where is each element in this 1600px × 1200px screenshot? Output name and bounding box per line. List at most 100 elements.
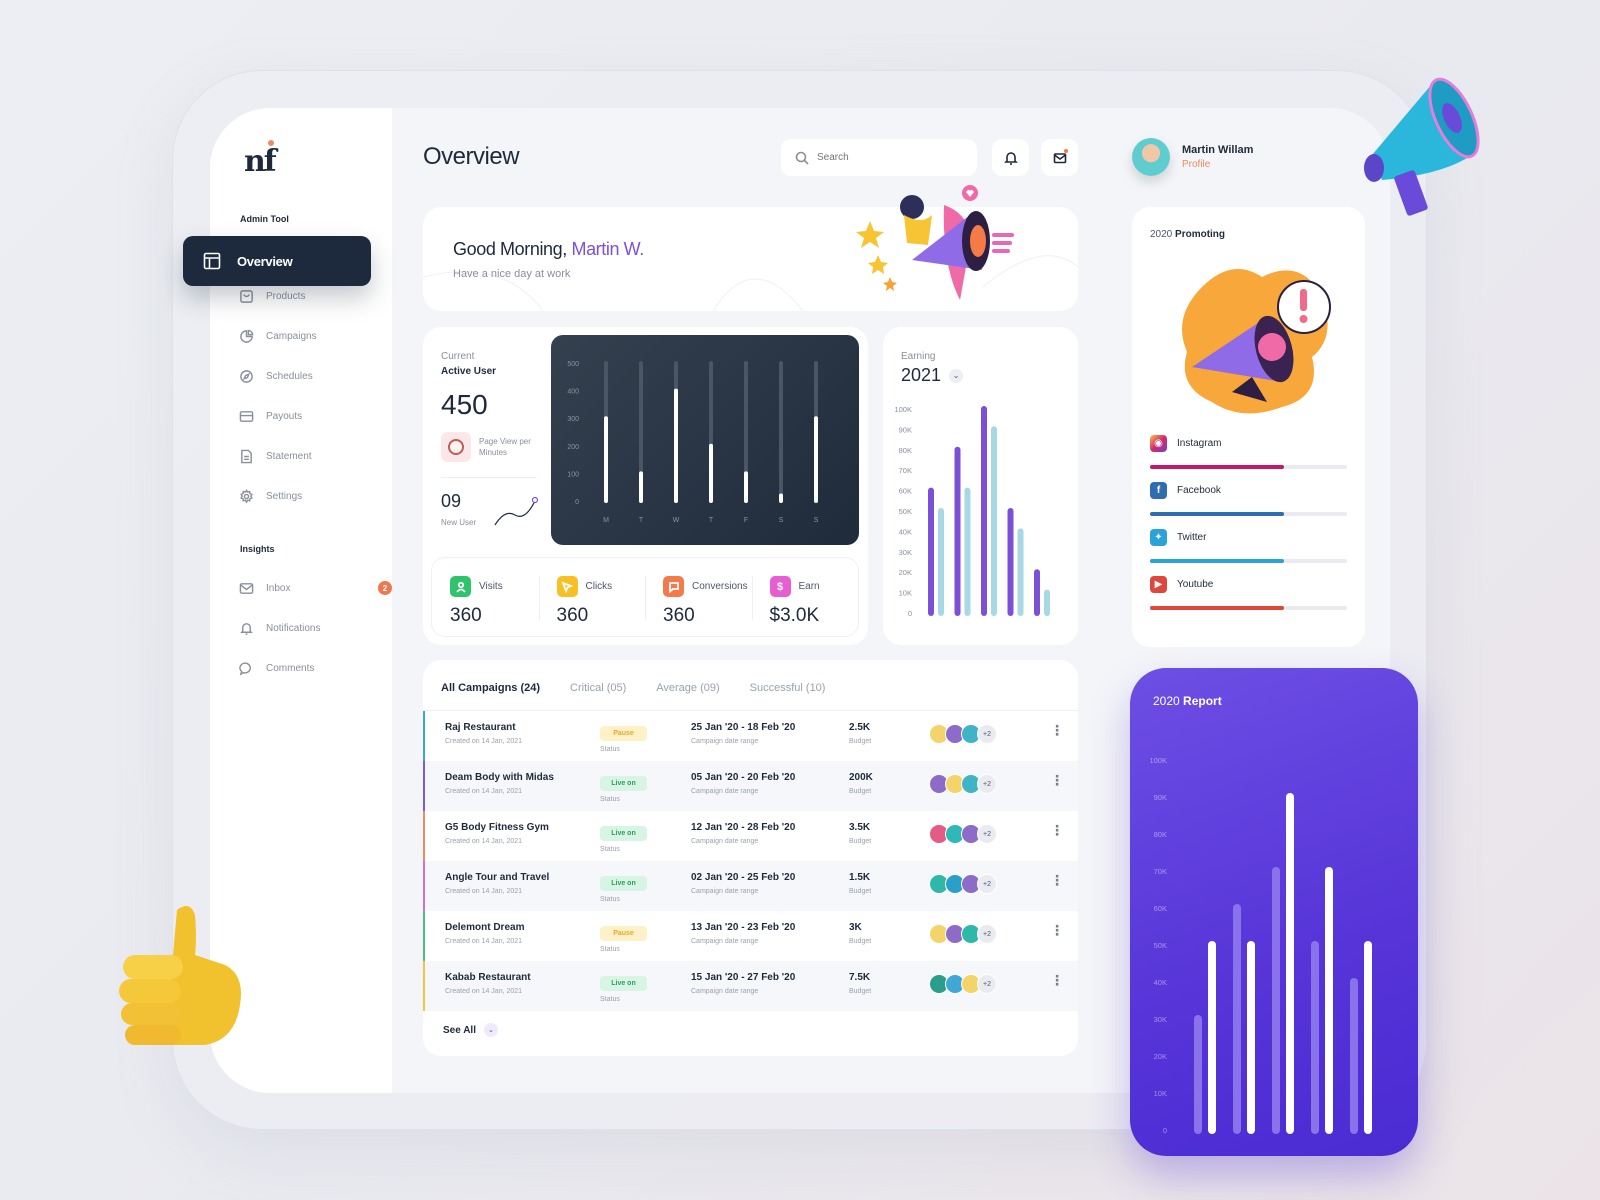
table-row[interactable]: G5 Body Fitness Gym Created on 14 Jan, 2… <box>423 811 1078 861</box>
date-range: 12 Jan '20 - 28 Feb '20 <box>691 822 796 833</box>
y-tick-label: 50K <box>899 507 912 516</box>
status-sub-label: Status <box>600 796 620 803</box>
budget-cell: 2.5K Budget <box>849 722 871 745</box>
budget-value: 7.5K <box>849 972 871 983</box>
report-card: 2020 Report 100K 90K 80K 70K 60K 50K 40K 30K 20K… <box>1130 668 1418 1156</box>
earning-year-selector[interactable]: 2021 ⌄ <box>901 365 964 386</box>
new-user-label: New User <box>441 518 477 527</box>
y-tick-label: 400 <box>567 389 579 396</box>
y-tick-label: 100K <box>1149 756 1167 765</box>
status-badge: Live on <box>600 776 647 791</box>
campaign-created: Created on 14 Jan, 2021 <box>445 938 523 945</box>
date-range: 13 Jan '20 - 23 Feb '20 <box>691 922 796 933</box>
stat-label: Clicks <box>585 581 613 592</box>
sidebar-item-inbox[interactable]: Inbox 2 <box>238 578 392 598</box>
bell-icon <box>1003 151 1018 165</box>
stats-row: Visits 360 Clicks 360 Conversions 360 $ … <box>431 557 859 637</box>
sidebar-item-payouts[interactable]: Payouts <box>238 406 378 426</box>
table-row[interactable]: Raj Restaurant Created on 14 Jan, 2021 P… <box>423 711 1078 761</box>
campaign-name-cell: Deam Body with Midas Created on 14 Jan, … <box>445 772 554 795</box>
tab-average[interactable]: Average (09) <box>656 682 719 694</box>
campaign-name-cell: G5 Body Fitness Gym Created on 14 Jan, 2… <box>445 822 549 845</box>
sidebar-item-settings[interactable]: Settings <box>238 486 378 506</box>
y-tick-label: 40K <box>899 527 912 536</box>
y-tick-label: 80K <box>899 446 912 455</box>
table-row[interactable]: Delemont Dream Created on 14 Jan, 2021 P… <box>423 911 1078 961</box>
avatar[interactable] <box>1132 138 1170 176</box>
more-avatars-count: +2 <box>977 974 997 994</box>
report-title-bold: Report <box>1183 694 1222 708</box>
progress-fill <box>1150 512 1284 516</box>
weekly-chart-svg: 500 400 300 200 100 0 M T W T F S S <box>567 361 819 524</box>
budget-cell: 1.5K Budget <box>849 872 871 895</box>
team-avatars: +2 <box>929 924 997 944</box>
status-cell: Live on Status <box>600 822 647 853</box>
y-tick-label: 80K <box>1154 830 1167 839</box>
see-all-button[interactable]: See All ⌄ <box>443 1023 498 1037</box>
status-cell: Pause Status <box>600 722 647 753</box>
team-avatars: +2 <box>929 974 997 994</box>
tab-critical[interactable]: Critical (05) <box>570 682 626 694</box>
y-tick-label: 90K <box>899 425 912 434</box>
campaign-created: Created on 14 Jan, 2021 <box>445 788 523 795</box>
sidebar-item-schedules[interactable]: Schedules <box>238 366 378 386</box>
progress-fill <box>1150 606 1284 610</box>
status-sub-label: Status <box>600 996 620 1003</box>
budget-cell: 3.5K Budget <box>849 822 871 845</box>
sidebar-item-label: Schedules <box>266 370 313 382</box>
table-row[interactable]: Kabab Restaurant Created on 14 Jan, 2021… <box>423 961 1078 1011</box>
more-options-icon[interactable]: ⋮ <box>1050 773 1064 787</box>
sidebar-item-notifications[interactable]: Notifications <box>238 618 378 638</box>
sidebar-item-statement[interactable]: Statement <box>238 446 378 466</box>
y-tick-label: 60K <box>899 487 912 496</box>
more-options-icon[interactable]: ⋮ <box>1050 723 1064 737</box>
y-tick-label: 200 <box>567 444 579 451</box>
status-cell: Live on Status <box>600 872 647 903</box>
profile-link[interactable]: Profile <box>1182 159 1253 170</box>
stat-conversions: Conversions 360 <box>645 558 752 636</box>
layout-icon <box>203 252 221 270</box>
budget-sub-label: Budget <box>849 738 872 745</box>
tab-all-campaigns[interactable]: All Campaigns (24) <box>441 682 540 694</box>
compass-icon <box>238 368 254 384</box>
greeting-title: Good Morning, Martin W. <box>453 239 644 260</box>
sidebar-item-overview[interactable]: Overview <box>183 236 371 286</box>
report-year: 2020 <box>1153 694 1180 708</box>
social-channel-twitter: ✦ Twitter <box>1150 529 1347 563</box>
more-options-icon[interactable]: ⋮ <box>1050 873 1064 887</box>
tab-successful[interactable]: Successful (10) <box>750 682 826 694</box>
y-tick-label: 100K <box>894 405 912 414</box>
active-user-card: Current Active User 450 Page View per Mi… <box>423 327 868 645</box>
search-icon <box>795 151 809 165</box>
sidebar-item-products[interactable]: Products <box>238 286 378 306</box>
sidebar-item-campaigns[interactable]: Campaigns <box>238 326 378 346</box>
campaign-created: Created on 14 Jan, 2021 <box>445 888 523 895</box>
date-range: 02 Jan '20 - 25 Feb '20 <box>691 872 796 883</box>
more-options-icon[interactable]: ⋮ <box>1050 823 1064 837</box>
table-row[interactable]: Angle Tour and Travel Created on 14 Jan,… <box>423 861 1078 911</box>
campaign-name-cell: Delemont Dream Created on 14 Jan, 2021 <box>445 922 524 945</box>
campaign-name: Deam Body with Midas <box>445 772 554 783</box>
chevron-down-icon[interactable]: ⌄ <box>949 368 964 383</box>
date-range-sub-label: Campaign date range <box>691 838 759 845</box>
stat-value: 360 <box>556 605 589 626</box>
channel-label: Youtube <box>1177 579 1214 590</box>
date-range-sub-label: Campaign date range <box>691 938 759 945</box>
search-box[interactable] <box>781 139 977 176</box>
campaign-created: Created on 14 Jan, 2021 <box>445 988 523 995</box>
messages-button[interactable] <box>1041 139 1078 176</box>
instagram-icon: ◉ <box>1150 435 1167 452</box>
profile-block[interactable]: Martin Willam Profile <box>1132 138 1253 176</box>
stat-clicks: Clicks 360 <box>538 558 646 636</box>
y-tick-label: 90K <box>1154 793 1167 802</box>
social-channel-youtube: ▶ Youtube <box>1150 576 1347 610</box>
sidebar-item-label: Comments <box>266 662 315 674</box>
notifications-button[interactable] <box>992 139 1029 176</box>
more-options-icon[interactable]: ⋮ <box>1050 923 1064 937</box>
budget-sub-label: Budget <box>849 888 872 895</box>
table-row[interactable]: Deam Body with Midas Created on 14 Jan, … <box>423 761 1078 811</box>
search-input[interactable] <box>817 152 957 163</box>
more-options-icon[interactable]: ⋮ <box>1050 973 1064 987</box>
sidebar-item-comments[interactable]: Comments <box>238 658 378 678</box>
progress-fill <box>1150 559 1284 563</box>
